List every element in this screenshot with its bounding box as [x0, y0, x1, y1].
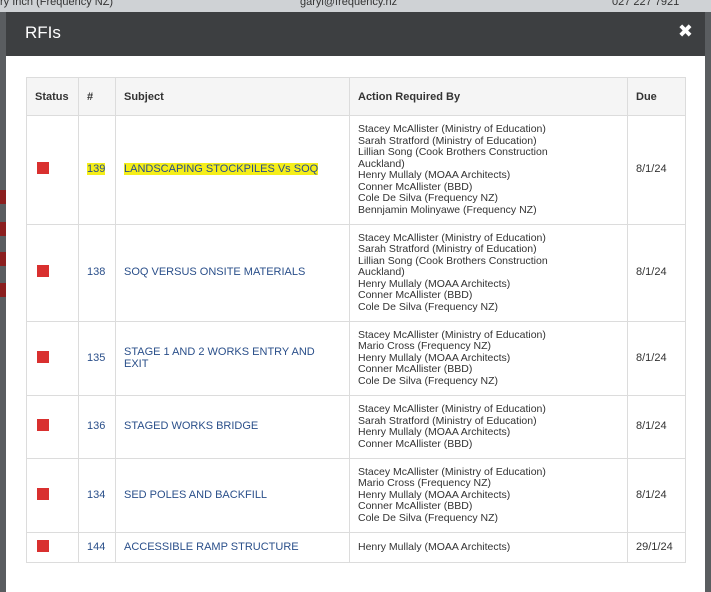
assignee-line: Cole De Silva (Frequency NZ) — [358, 192, 499, 204]
rfi-number-link[interactable]: 136 — [87, 420, 105, 433]
rfi-subject-link[interactable]: STAGED WORKS BRIDGE — [124, 420, 258, 433]
rfi-table: Status # Subject Action Required By Due … — [26, 77, 686, 563]
rfi-subject-link[interactable]: SOQ VERSUS ONSITE MATERIALS — [124, 266, 305, 279]
status-indicator-icon — [37, 419, 49, 432]
rfi-subject-link[interactable]: ACCESSIBLE RAMP STRUCTURE — [124, 541, 299, 553]
status-indicator-icon — [37, 162, 49, 175]
assignee-line: Stacey McAllister (Ministry of Education… — [358, 403, 546, 415]
due-date-cell: 29/1/24 — [627, 532, 686, 563]
number-cell: 134 — [78, 458, 116, 533]
status-indicator-icon — [37, 487, 49, 500]
rfi-number-link[interactable]: 144 — [87, 541, 105, 553]
action-required-by-cell: Stacey McAllister (Ministry of Education… — [349, 224, 628, 322]
column-header-status[interactable]: Status — [26, 77, 79, 116]
number-cell: 136 — [78, 395, 116, 459]
action-required-by-cell: Stacey McAllister (Ministry of Education… — [349, 458, 628, 533]
table-header-row: Status # Subject Action Required By Due — [26, 77, 686, 116]
modal-title: RFIs — [25, 23, 61, 42]
subject-cell: SED POLES AND BACKFILL — [115, 458, 350, 533]
table-row[interactable]: 139 LANDSCAPING STOCKPILES Vs SOQ Stacey M… — [26, 115, 686, 225]
subject-cell: STAGED WORKS BRIDGE — [115, 395, 350, 459]
status-cell — [26, 458, 79, 533]
table-row[interactable]: 135 STAGE 1 AND 2 WORKS ENTRY AND EXIT Sta… — [26, 321, 686, 396]
subject-cell: STAGE 1 AND 2 WORKS ENTRY AND EXIT — [115, 321, 350, 396]
background-contact-name: ry Inch (Frequency NZ) — [0, 0, 114, 8]
action-required-by-cell: Stacey McAllister (Ministry of Education… — [349, 321, 628, 396]
action-required-by-cell: Stacey McAllister (Ministry of Education… — [349, 115, 628, 225]
table-row[interactable]: 136 STAGED WORKS BRIDGE Stacey McAllister … — [26, 395, 686, 459]
assignee-line: Cole De Silva (Frequency NZ) — [358, 511, 499, 524]
assignee-line: Cole De Silva (Frequency NZ) — [358, 300, 499, 313]
background-row: ry Inch (Frequency NZ) garyi@frequency.n… — [0, 0, 711, 12]
rfi-number-link[interactable]: 134 — [87, 489, 105, 501]
rfi-subject-link[interactable]: STAGE 1 AND 2 WORKS ENTRY AND EXIT — [124, 346, 315, 370]
number-cell: 139 — [78, 115, 116, 225]
table-row[interactable]: 144 ACCESSIBLE RAMP STRUCTURE Henry Mullal… — [26, 532, 686, 563]
background-contact-email: garyi@frequency.nz — [300, 0, 398, 8]
status-indicator-icon — [37, 539, 49, 552]
status-indicator-icon — [37, 265, 49, 278]
subject-cell: ACCESSIBLE RAMP STRUCTURE — [115, 532, 350, 563]
status-cell — [26, 395, 79, 459]
action-required-by-cell: Stacey McAllister (Ministry of Education… — [349, 395, 628, 459]
rfi-number-link[interactable]: 138 — [87, 266, 105, 279]
assignee-line: Henry Mullaly (MOAA Architects) — [358, 540, 511, 553]
action-required-by-cell: Henry Mullaly (MOAA Architects) — [349, 532, 628, 563]
table-row[interactable]: 134 SED POLES AND BACKFILL Stacey McAllist… — [26, 458, 686, 533]
status-cell — [26, 115, 79, 225]
due-date-cell: 8/1/24 — [627, 224, 686, 322]
modal-header: RFIs ✖ — [6, 12, 705, 56]
assignee-line: Stacey McAllister (Ministry of Education… — [358, 123, 546, 135]
close-icon[interactable]: ✖ — [678, 21, 693, 42]
due-date-cell: 8/1/24 — [627, 458, 686, 533]
number-cell: 144 — [78, 532, 116, 563]
rfi-number-link[interactable]: 135 — [87, 352, 105, 364]
number-cell: 138 — [78, 224, 116, 322]
rfi-number-link[interactable]: 139 — [87, 163, 106, 176]
assignee-line: Lillian Song (Cook Brothers Construction — [358, 146, 548, 158]
status-cell — [26, 321, 79, 396]
due-date-cell: 8/1/24 — [627, 115, 686, 225]
rfi-modal: RFIs ✖ Status # Subject Action Required … — [6, 12, 705, 592]
number-cell: 135 — [78, 321, 116, 396]
column-header-subject[interactable]: Subject — [115, 77, 350, 116]
rfi-table-body: 139 LANDSCAPING STOCKPILES Vs SOQ Stacey M… — [26, 115, 686, 563]
column-header-due[interactable]: Due — [627, 77, 686, 116]
due-date-cell: 8/1/24 — [627, 321, 686, 396]
status-indicator-icon — [37, 350, 49, 363]
rfi-subject-link[interactable]: SED POLES AND BACKFILL — [124, 489, 267, 501]
background-contact-phone: 027 227 7921 — [612, 0, 680, 8]
assignee-line: Cole De Silva (Frequency NZ) — [358, 374, 499, 387]
status-cell — [26, 224, 79, 322]
subject-cell: LANDSCAPING STOCKPILES Vs SOQ — [115, 115, 350, 225]
due-date-cell: 8/1/24 — [627, 395, 686, 459]
column-header-action-required-by[interactable]: Action Required By — [349, 77, 628, 116]
assignee-line: Conner McAllister (BBD) — [358, 437, 473, 450]
table-row[interactable]: 138 SOQ VERSUS ONSITE MATERIALS Stacey McA… — [26, 224, 686, 322]
assignee-line: Bennjamin Molinyawe (Frequency NZ) — [358, 203, 537, 216]
status-cell — [26, 532, 79, 563]
column-header-number[interactable]: # — [78, 77, 116, 116]
subject-cell: SOQ VERSUS ONSITE MATERIALS — [115, 224, 350, 322]
assignee-line: Henry Mullaly (MOAA Architects) — [358, 426, 511, 438]
assignee-line: Henry Mullaly (MOAA Architects) — [358, 169, 511, 181]
rfi-subject-link[interactable]: LANDSCAPING STOCKPILES Vs SOQ — [124, 163, 319, 176]
